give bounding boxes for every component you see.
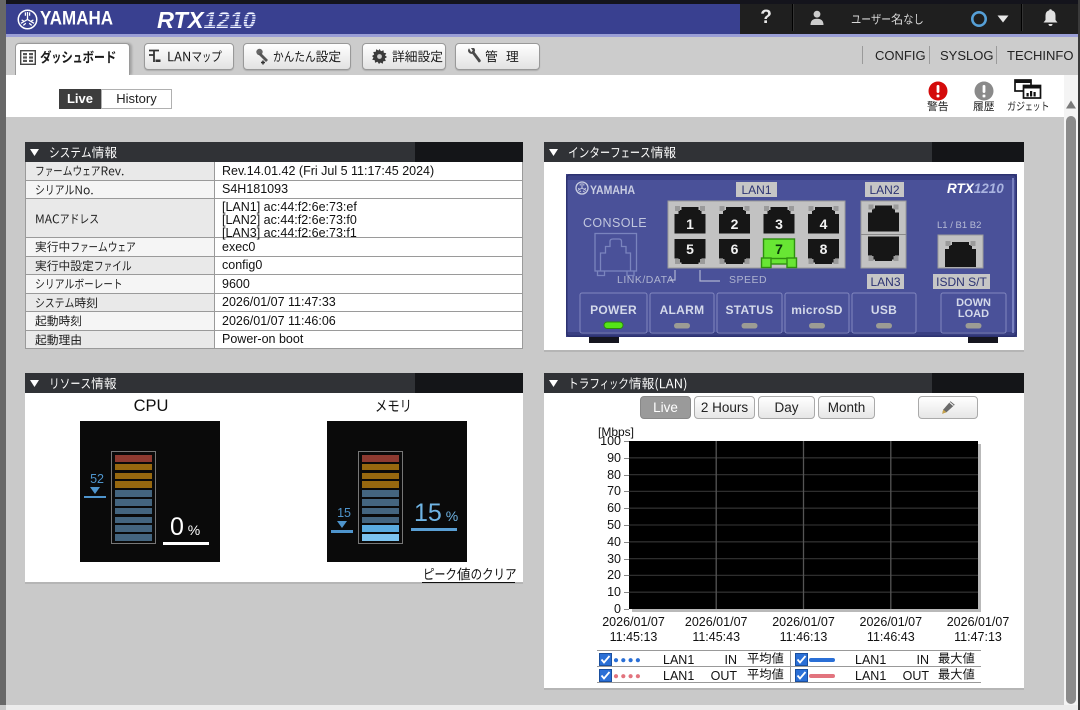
svg-text:YAMAHA: YAMAHA — [590, 184, 635, 197]
svg-text:LAN1: LAN1 — [741, 183, 771, 197]
svg-text:7: 7 — [775, 241, 783, 257]
svg-text:LINK/DATA: LINK/DATA — [617, 274, 674, 286]
svg-text:3: 3 — [775, 216, 783, 232]
svg-text:POWER: POWER — [590, 303, 637, 317]
svg-text:CONSOLE: CONSOLE — [583, 216, 647, 230]
svg-text:5: 5 — [686, 241, 694, 257]
svg-text:LAN3: LAN3 — [870, 275, 900, 289]
svg-text:4: 4 — [820, 216, 828, 232]
svg-text:microSD: microSD — [791, 303, 842, 317]
svg-text:6: 6 — [731, 241, 739, 257]
svg-text:USB: USB — [871, 303, 897, 317]
svg-text:2: 2 — [731, 216, 739, 232]
svg-text:L1 / B1 B2: L1 / B1 B2 — [937, 220, 981, 231]
svg-text:8: 8 — [820, 241, 828, 257]
svg-text:STATUS: STATUS — [725, 303, 773, 317]
svg-text:LOAD: LOAD — [958, 308, 989, 320]
svg-text:1: 1 — [686, 216, 694, 232]
svg-text:RTX1210: RTX1210 — [947, 181, 1004, 196]
svg-text:ISDN S/T: ISDN S/T — [936, 275, 987, 289]
svg-text:LAN2: LAN2 — [869, 183, 899, 197]
svg-text:SPEED: SPEED — [729, 274, 767, 286]
svg-text:ALARM: ALARM — [660, 303, 705, 317]
